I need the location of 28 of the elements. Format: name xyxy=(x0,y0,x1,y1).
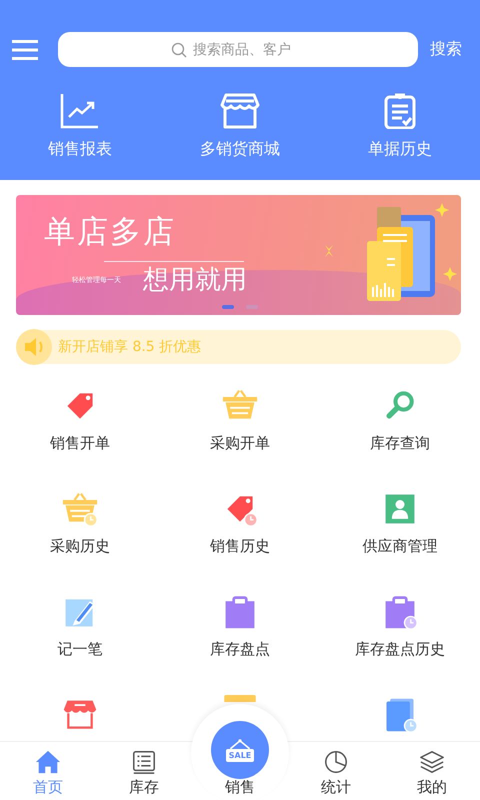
feature-item[interactable]: 记一笔 xyxy=(0,590,160,693)
layers-icon xyxy=(419,749,445,775)
search-icon xyxy=(171,42,187,58)
list-icon xyxy=(131,749,157,775)
tab[interactable]: 我的 xyxy=(384,742,480,800)
box-icon xyxy=(222,695,258,702)
basket-clock-icon xyxy=(62,491,98,527)
feature-item[interactable]: 采购历史 xyxy=(0,487,160,590)
tab[interactable]: 库存 xyxy=(96,742,192,800)
menu-icon[interactable] xyxy=(12,40,38,60)
search-field[interactable]: 搜索商品、客户 xyxy=(193,42,305,58)
feature-item[interactable]: 库存盘点 xyxy=(160,590,320,693)
banner-slogan: 想用就用 xyxy=(143,264,247,297)
feature-item[interactable]: 销售开单 xyxy=(0,384,160,487)
banner-title: 单店多店 xyxy=(44,213,177,252)
tab[interactable]: 统计 xyxy=(288,742,384,800)
line-chart-icon xyxy=(60,93,100,129)
feature-item[interactable]: 库存盘点历史 xyxy=(320,590,480,693)
home-icon xyxy=(35,749,61,775)
notice-text: 新开店铺享 8.5 折优惠 xyxy=(58,338,202,356)
speaker-icon xyxy=(16,329,52,365)
pie-chart-icon xyxy=(323,749,349,775)
feature-item[interactable]: 库存查询 xyxy=(320,384,480,487)
feature-item[interactable]: 销售历史 xyxy=(160,487,320,590)
store-icon xyxy=(220,93,260,129)
feature-item[interactable] xyxy=(222,693,258,702)
feature-item[interactable]: 采购开单 xyxy=(160,384,320,487)
feature-item[interactable]: 供应商管理 xyxy=(320,487,480,590)
